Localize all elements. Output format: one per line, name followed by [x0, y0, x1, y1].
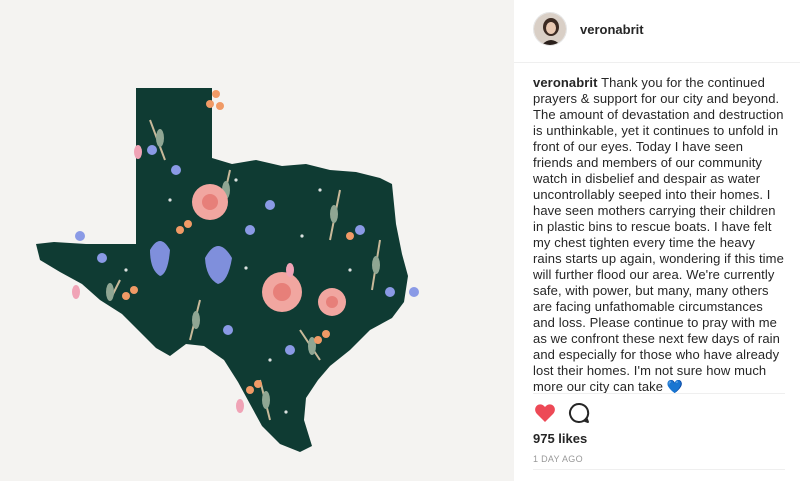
heart-icon [535, 404, 555, 422]
bottom-divider [533, 469, 785, 470]
avatar-image [534, 13, 566, 45]
header-username[interactable]: veronabrit [580, 22, 644, 37]
like-count[interactable]: 975 likes [533, 431, 587, 446]
comment-icon [569, 402, 590, 423]
post-timestamp[interactable]: 1 DAY AGO [533, 454, 583, 464]
caption-text: Thank you for the continued prayers & su… [533, 75, 784, 394]
post-caption: veronabrit Thank you for the continued p… [533, 75, 785, 395]
comment-button[interactable] [567, 401, 591, 425]
actions-divider [533, 393, 785, 394]
post-image[interactable] [0, 0, 514, 481]
post-header: veronabrit [514, 0, 800, 63]
avatar[interactable] [533, 12, 567, 46]
like-button[interactable] [533, 401, 557, 425]
post-panel: veronabrit veronabrit Thank you for the … [514, 0, 800, 481]
texas-floral-illustration [36, 88, 419, 452]
caption-username[interactable]: veronabrit [533, 75, 598, 90]
blue-heart-emoji: 💙 [666, 379, 684, 394]
